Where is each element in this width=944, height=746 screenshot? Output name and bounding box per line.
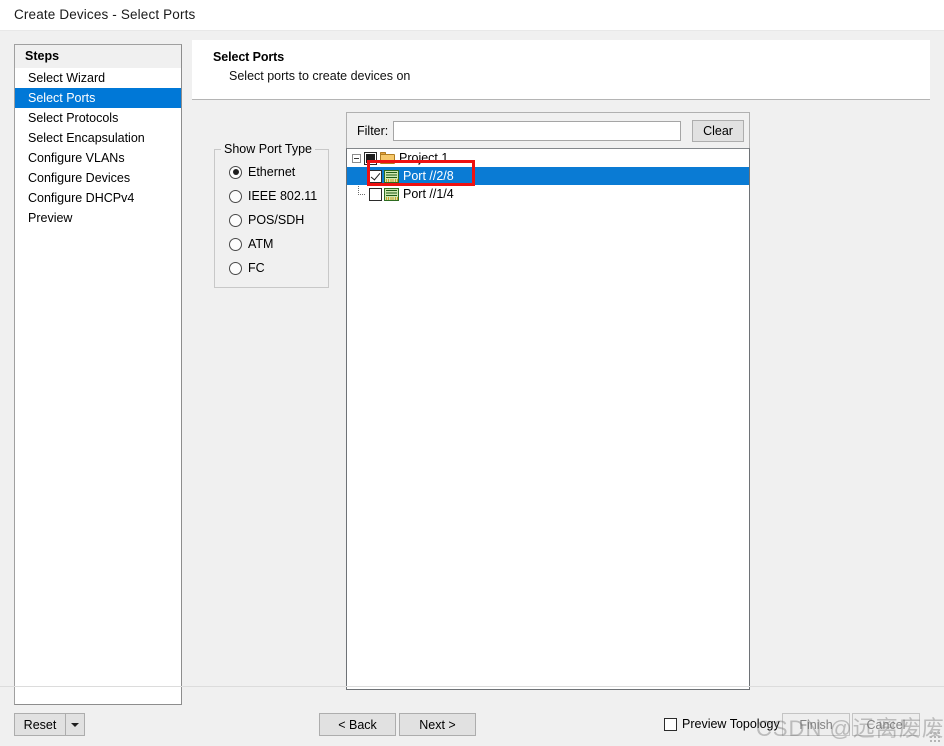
show-port-type-legend: Show Port Type: [221, 142, 316, 156]
ports-area: Filter: Clear Project 1 Port //2/8 Port …: [346, 112, 750, 690]
table-row[interactable]: Port //2/8: [347, 167, 749, 185]
radio-ethernet[interactable]: Ethernet: [229, 163, 295, 181]
sidebar-item-select-ports[interactable]: Select Ports: [15, 88, 181, 108]
reset-dropdown-button[interactable]: [65, 713, 85, 736]
checkbox-unchecked-icon[interactable]: [369, 187, 382, 201]
chevron-down-icon: [71, 723, 79, 728]
radio-fc-label: FC: [248, 261, 265, 275]
radio-ieee-802-11-label: IEEE 802.11: [248, 189, 318, 203]
port-icon: [384, 169, 399, 183]
checkbox-unchecked-icon[interactable]: [664, 717, 677, 731]
radio-indicator-icon: [229, 189, 242, 203]
back-button[interactable]: < Back: [319, 713, 396, 736]
show-port-type-group: Show Port Type Ethernet IEEE 802.11 POS/…: [214, 142, 329, 288]
radio-indicator-icon: [229, 237, 242, 251]
preview-topology-checkbox[interactable]: Preview Topology: [664, 717, 780, 731]
filter-bar: Filter: Clear: [346, 112, 750, 148]
sidebar-item-select-encapsulation[interactable]: Select Encapsulation: [15, 128, 181, 148]
tree-row-label: Project 1: [399, 151, 449, 165]
next-button[interactable]: Next >: [399, 713, 476, 736]
footer-separator: [0, 686, 944, 687]
radio-indicator-icon: [229, 261, 242, 275]
table-row[interactable]: Port //1/4: [347, 185, 749, 203]
reset-button[interactable]: Reset: [14, 713, 66, 736]
tree-row-label: Port //1/4: [403, 187, 454, 201]
tree-row-project[interactable]: Project 1: [347, 149, 749, 167]
page-subtitle: Select ports to create devices on: [229, 69, 411, 83]
sidebar-item-select-protocols[interactable]: Select Protocols: [15, 108, 181, 128]
checkbox-partial-icon[interactable]: [364, 151, 377, 165]
radio-ieee-802-11[interactable]: IEEE 802.11: [229, 187, 317, 205]
sidebar-item-configure-dhcpv4[interactable]: Configure DHCPv4: [15, 188, 181, 208]
filter-label: Filter:: [357, 124, 389, 138]
sidebar-item-configure-devices[interactable]: Configure Devices: [15, 168, 181, 188]
steps-panel: Steps Select Wizard Select Ports Select …: [14, 44, 182, 705]
sidebar-item-preview[interactable]: Preview: [15, 208, 181, 228]
port-icon: [384, 187, 399, 201]
filter-input[interactable]: [393, 121, 681, 141]
resize-grip[interactable]: [929, 731, 940, 742]
radio-indicator-icon: [229, 165, 242, 179]
finish-button[interactable]: Finish: [782, 713, 850, 736]
radio-pos-sdh-label: POS/SDH: [248, 213, 305, 227]
collapse-minus-icon[interactable]: [352, 153, 361, 163]
preview-topology-label: Preview Topology: [682, 717, 780, 731]
radio-atm[interactable]: ATM: [229, 235, 273, 253]
sidebar-item-configure-vlans[interactable]: Configure VLANs: [15, 148, 181, 168]
cancel-button[interactable]: Cancel: [852, 713, 920, 736]
radio-ethernet-label: Ethernet: [248, 165, 296, 179]
tree-row-label: Port //2/8: [403, 169, 454, 183]
radio-pos-sdh[interactable]: POS/SDH: [229, 211, 304, 229]
page-title: Select Ports: [213, 50, 285, 64]
panel-content: Show Port Type Ethernet IEEE 802.11 POS/…: [192, 101, 930, 705]
radio-indicator-icon: [229, 213, 242, 227]
wizard-body: Steps Select Wizard Select Ports Select …: [0, 30, 944, 746]
clear-button[interactable]: Clear: [692, 120, 744, 142]
sidebar-item-select-wizard[interactable]: Select Wizard: [15, 68, 181, 88]
checkbox-checked-icon[interactable]: [369, 169, 382, 183]
radio-atm-label: ATM: [248, 237, 274, 251]
main-panel: Select Ports Select ports to create devi…: [192, 40, 930, 705]
folder-icon: [380, 152, 395, 164]
radio-fc[interactable]: FC: [229, 259, 265, 277]
ports-tree[interactable]: Project 1 Port //2/8 Port //1/4: [346, 148, 750, 690]
steps-header: Steps: [15, 45, 181, 68]
window-title: Create Devices - Select Ports: [14, 7, 196, 22]
panel-header: Select Ports Select ports to create devi…: [192, 40, 930, 100]
